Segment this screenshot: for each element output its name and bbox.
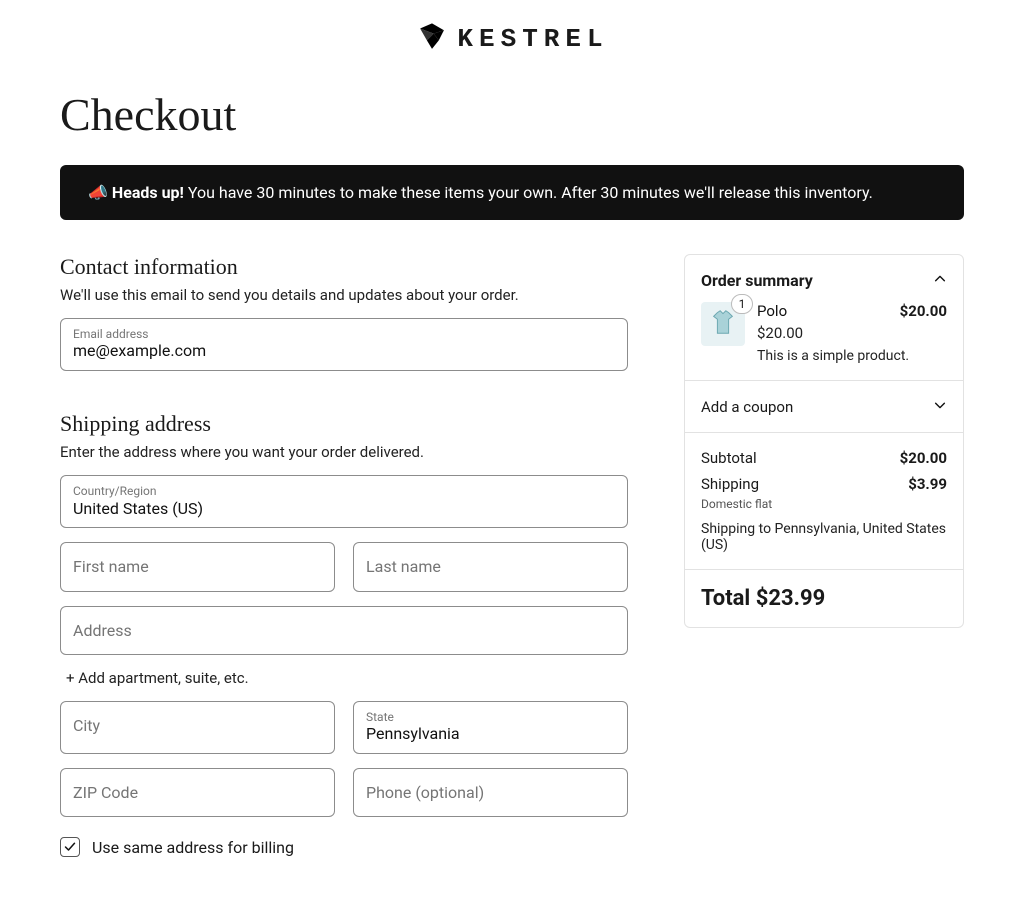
city-field[interactable] [60,701,335,754]
last-name-input[interactable] [366,557,615,576]
country-label: Country/Region [73,484,615,498]
subtotal-label: Subtotal [701,449,757,467]
email-input[interactable] [73,341,615,362]
address-field[interactable] [60,606,628,655]
address-input[interactable] [73,621,615,640]
coupon-label: Add a coupon [701,398,793,416]
product-line-price: $20.00 [900,302,947,320]
alert-heading: Heads up! [112,183,184,202]
megaphone-icon: 📣 [88,183,108,202]
shipping-subtext: Enter the address where you want your or… [60,443,628,461]
contact-heading: Contact information [60,254,628,280]
email-label: Email address [73,327,615,341]
zip-input[interactable] [73,783,322,802]
first-name-field[interactable] [60,542,335,591]
product-thumbnail: 1 [701,302,745,346]
shipping-label: Shipping [701,475,759,493]
country-field[interactable]: Country/Region United States (US) [60,475,628,528]
product-unit-price: $20.00 [757,324,947,342]
summary-heading: Order summary [701,271,813,290]
billing-same-checkbox-row[interactable]: Use same address for billing [60,837,628,857]
first-name-input[interactable] [73,557,322,576]
alert-text: You have 30 minutes to make these items … [184,183,873,202]
city-input[interactable] [73,716,322,735]
checkbox-icon[interactable] [60,837,80,857]
billing-checkbox-label: Use same address for billing [92,838,294,857]
shipping-value: $3.99 [908,475,947,493]
header-logo-row: KESTREL [60,20,964,78]
brand-logo[interactable]: KESTREL [415,20,608,58]
grand-total-section: Total $23.99 [685,570,963,627]
last-name-field[interactable] [353,542,628,591]
page-title: Checkout [60,88,964,141]
product-description: This is a simple product. [757,348,947,364]
inventory-hold-alert: 📣 Heads up! You have 30 minutes to make … [60,165,964,220]
totals-section: Subtotal $20.00 Shipping $3.99 Domestic … [685,433,963,570]
total-value: $23.99 [756,586,826,611]
summary-header-section[interactable]: Order summary 1 [685,255,963,381]
polo-shirt-icon [708,307,738,341]
shipping-destination: Shipping to Pennsylvania, United States … [701,521,947,553]
product-qty-badge: 1 [731,294,753,314]
summary-product-row: 1 Polo $20.00 $20.00 This is a simple [701,302,947,364]
phone-field[interactable] [353,768,628,817]
zip-field[interactable] [60,768,335,817]
total-label: Total [701,586,750,611]
kestrel-bird-icon [415,20,449,58]
shipping-heading: Shipping address [60,411,628,437]
chevron-down-icon [933,397,947,416]
add-apartment-button[interactable]: + Add apartment, suite, etc. [66,669,628,687]
state-label: State [366,710,615,724]
state-value: Pennsylvania [366,724,615,745]
subtotal-value: $20.00 [900,449,947,467]
order-summary: Order summary 1 [684,254,964,628]
coupon-section[interactable]: Add a coupon [685,381,963,433]
shipping-method: Domestic flat [701,497,947,511]
product-name: Polo [757,302,787,320]
phone-input[interactable] [366,783,615,802]
chevron-up-icon [933,271,947,290]
state-field[interactable]: State Pennsylvania [353,701,628,754]
contact-subtext: We'll use this email to send you details… [60,286,628,304]
brand-name: KESTREL [457,24,608,54]
country-value: United States (US) [73,499,615,520]
email-field[interactable]: Email address [60,318,628,371]
